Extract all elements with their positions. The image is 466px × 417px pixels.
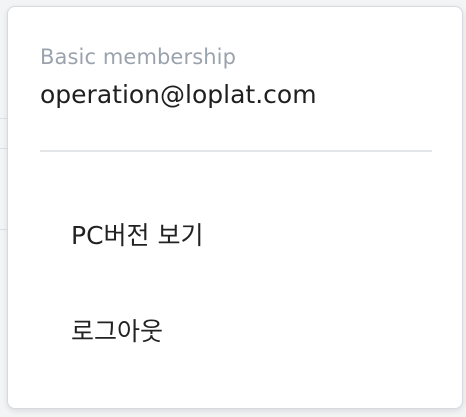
logout-button[interactable]: 로그아웃 [40, 294, 432, 360]
membership-label: Basic membership [40, 45, 237, 69]
view-pc-version-label: PC버전 보기 [71, 221, 204, 250]
account-email: operation@loplat.com [40, 80, 317, 109]
account-dropdown-menu: Basic membership operation@loplat.com PC… [7, 6, 463, 409]
logout-label: 로그아웃 [71, 317, 164, 346]
menu-divider [40, 150, 432, 152]
view-pc-version-button[interactable]: PC버전 보기 [40, 198, 432, 264]
